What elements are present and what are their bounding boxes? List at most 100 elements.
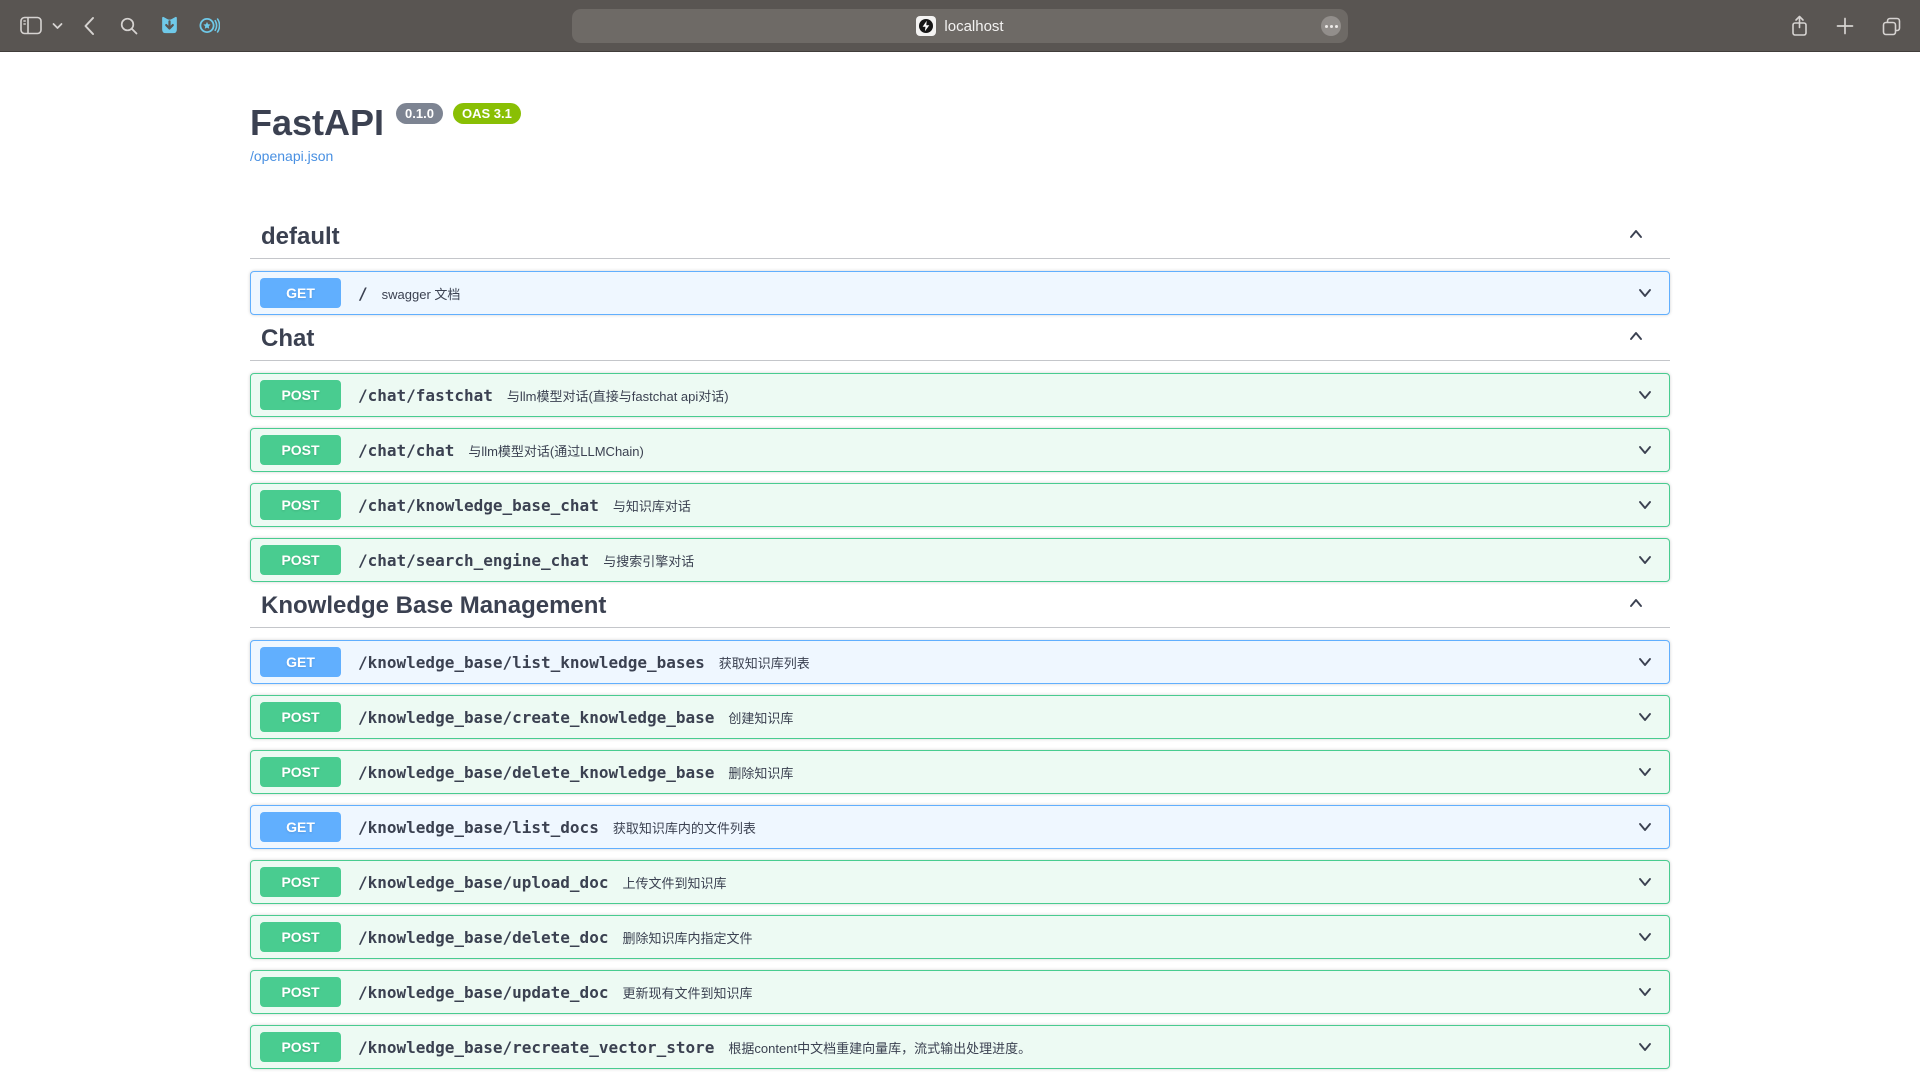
search-button[interactable] [114,11,144,41]
method-badge: POST [260,545,341,575]
expand-endpoint-icon[interactable] [1635,927,1655,947]
endpoint-path: /knowledge_base/delete_doc [358,928,608,947]
extension-bookmark-button[interactable] [154,11,184,41]
method-badge: POST [260,922,341,952]
endpoint-summary: 与搜索引擎对话 [603,551,694,570]
endpoint-summary: 获取知识库列表 [719,653,810,672]
expand-endpoint-icon[interactable] [1635,440,1655,460]
section-title: Chat [261,326,314,351]
search-icon [119,16,139,36]
tab-overview-icon [1881,16,1902,37]
section-body: GET / swagger 文档 [250,259,1670,315]
page-settings-button[interactable] [1321,16,1341,36]
new-tab-button[interactable] [1830,11,1860,41]
endpoint-path: / [358,284,368,303]
page-title: FastAPI [250,101,384,145]
extension-bookmark-icon [159,15,180,36]
collapse-section-icon[interactable] [1626,224,1646,249]
endpoint-row[interactable]: POST/chat/search_engine_chat与搜索引擎对话 [250,538,1670,582]
method-badge: POST [260,1032,341,1062]
endpoint-row[interactable]: POST/knowledge_base/recreate_vector_stor… [250,1025,1670,1069]
expand-endpoint-icon[interactable] [1635,652,1655,672]
method-badge: POST [260,977,341,1007]
section-header[interactable]: default [250,224,1670,259]
endpoint-path: /chat/fastchat [358,386,493,405]
browser-toolbar: localhost [0,0,1920,52]
expand-endpoint-icon[interactable] [1635,495,1655,515]
endpoint-summary: 与llm模型对话(直接与fastchat api对话) [507,386,729,405]
endpoint-path: /knowledge_base/update_doc [358,983,608,1002]
collapse-section-icon[interactable] [1626,593,1646,618]
endpoint-summary: 与llm模型对话(通过LLMChain) [468,441,644,460]
url-text: localhost [944,18,1003,35]
endpoint-summary: 创建知识库 [728,708,793,727]
endpoint-row[interactable]: POST/chat/chat与llm模型对话(通过LLMChain) [250,428,1670,472]
endpoint-summary: swagger 文档 [382,284,461,303]
endpoint-row[interactable]: POST/chat/knowledge_base_chat与知识库对话 [250,483,1670,527]
method-badge: POST [260,867,341,897]
method-badge: POST [260,380,341,410]
back-button[interactable] [74,11,104,41]
oas-badge: OAS 3.1 [453,103,521,124]
site-favicon [916,16,936,36]
plus-icon [1836,17,1854,35]
api-info: FastAPI 0.1.0 OAS 3.1 /openapi.json [250,52,1670,166]
share-icon [1790,15,1809,37]
expand-endpoint-icon[interactable] [1635,1037,1655,1057]
collapse-section-icon[interactable] [1626,326,1646,351]
method-badge: POST [260,702,341,732]
expand-endpoint-icon[interactable] [1635,817,1655,837]
section-header[interactable]: Knowledge Base Management [250,593,1670,628]
endpoint-row[interactable]: POST/knowledge_base/delete_doc删除知识库内指定文件 [250,915,1670,959]
endpoint-row[interactable]: POST/knowledge_base/upload_doc 上传文件到知识库 [250,860,1670,904]
endpoint-summary: 更新现有文件到知识库 [622,983,752,1002]
method-badge: POST [260,490,341,520]
section-body: POST/chat/fastchat 与llm模型对话(直接与fastchat a… [250,361,1670,582]
method-badge: POST [260,435,341,465]
expand-endpoint-icon[interactable] [1635,385,1655,405]
sidebar-toggle-button[interactable] [16,11,46,41]
fastapi-logo-icon [918,18,934,34]
expand-endpoint-icon[interactable] [1635,707,1655,727]
openapi-spec-link[interactable]: /openapi.json [250,148,333,164]
endpoint-path: /knowledge_base/list_knowledge_bases [358,653,705,672]
extension-radar-button[interactable] [194,11,224,41]
method-badge: GET [260,278,341,308]
endpoint-summary: 上传文件到知识库 [622,873,726,892]
api-section: Knowledge Base Management GET/knowledge_b… [250,593,1670,1069]
endpoint-summary: 删除知识库 [728,763,793,782]
tab-overview-button[interactable] [1876,11,1906,41]
tab-group-dropdown-button[interactable] [50,11,64,41]
endpoint-row[interactable]: GET/knowledge_base/list_docs 获取知识库内的文件列表 [250,805,1670,849]
expand-endpoint-icon[interactable] [1635,762,1655,782]
back-icon [83,16,95,36]
endpoint-row[interactable]: POST/knowledge_base/create_knowledge_bas… [250,695,1670,739]
endpoint-summary: 获取知识库内的文件列表 [613,818,756,837]
section-body: GET/knowledge_base/list_knowledge_bases 获… [250,628,1670,1069]
swagger-page: FastAPI 0.1.0 OAS 3.1 /openapi.json defa… [0,52,1920,1079]
tab-group-chevron-icon [52,22,63,30]
endpoint-path: /knowledge_base/create_knowledge_base [358,708,714,727]
address-bar[interactable]: localhost [572,9,1348,43]
expand-endpoint-icon[interactable] [1635,550,1655,570]
endpoint-path: /knowledge_base/list_docs [358,818,599,837]
section-title: Knowledge Base Management [261,593,606,618]
endpoint-path: /knowledge_base/delete_knowledge_base [358,763,714,782]
section-title: default [261,224,340,249]
endpoint-row[interactable]: POST/knowledge_base/update_doc 更新现有文件到知识库 [250,970,1670,1014]
expand-endpoint-icon[interactable] [1635,283,1655,303]
method-badge: GET [260,647,341,677]
section-header[interactable]: Chat [250,326,1670,361]
method-badge: GET [260,812,341,842]
endpoint-row[interactable]: POST/chat/fastchat 与llm模型对话(直接与fastchat a… [250,373,1670,417]
share-button[interactable] [1784,11,1814,41]
endpoint-row[interactable]: GET / swagger 文档 [250,271,1670,315]
endpoint-summary: 根据content中文档重建向量库，流式输出处理进度。 [728,1038,1031,1057]
endpoint-row[interactable]: POST/knowledge_base/delete_knowledge_bas… [250,750,1670,794]
expand-endpoint-icon[interactable] [1635,872,1655,892]
version-badge: 0.1.0 [396,103,443,124]
endpoint-path: /knowledge_base/upload_doc [358,873,608,892]
endpoint-row[interactable]: GET/knowledge_base/list_knowledge_bases 获… [250,640,1670,684]
sidebar-icon [20,16,42,35]
expand-endpoint-icon[interactable] [1635,982,1655,1002]
